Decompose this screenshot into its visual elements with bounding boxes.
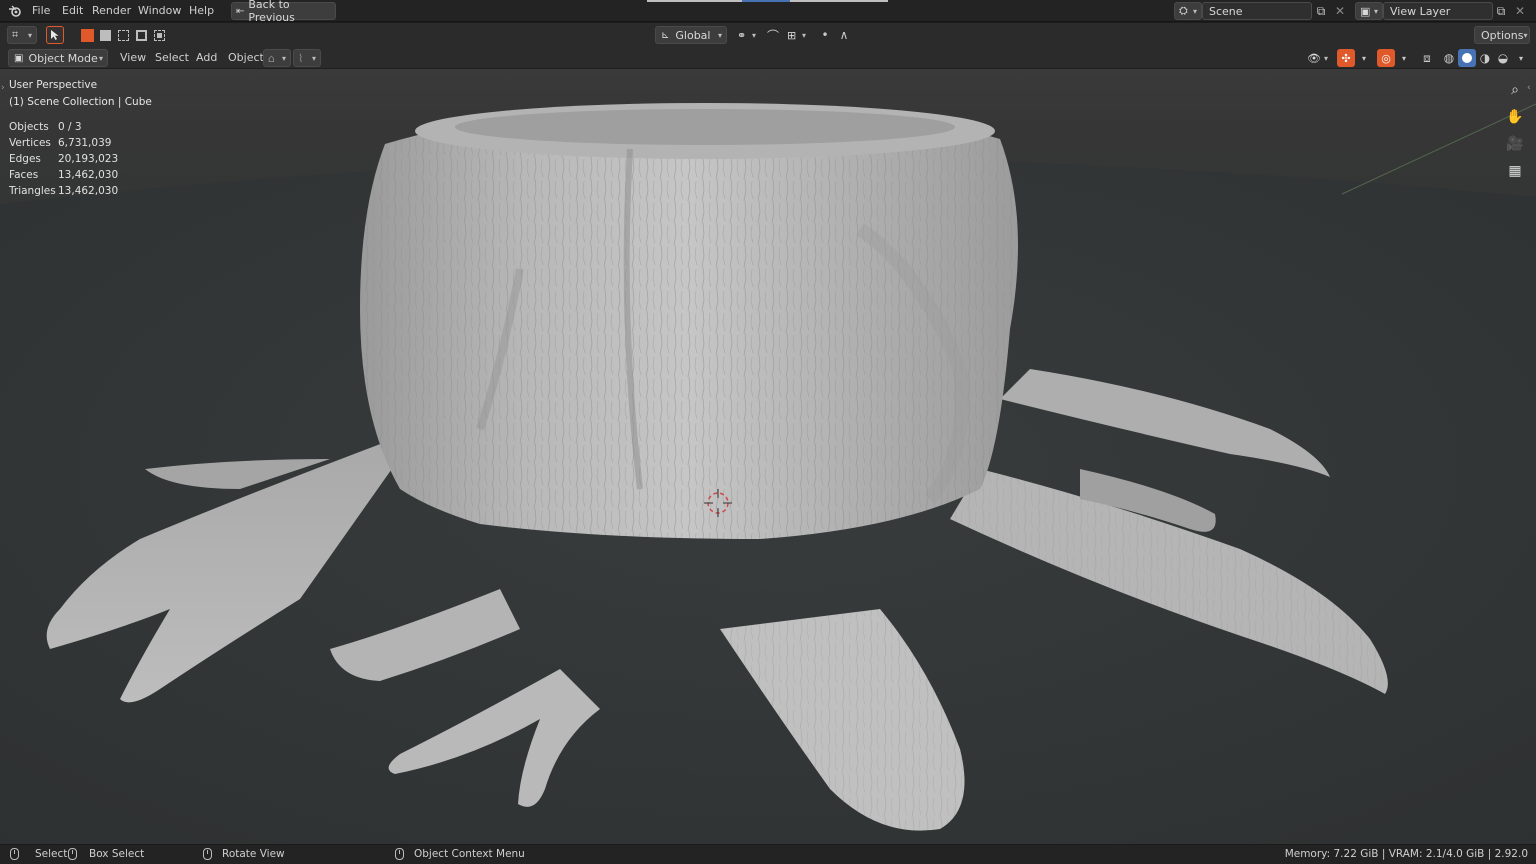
proportional-falloff-icon[interactable]: ∧ xyxy=(835,26,853,44)
status-select: Select xyxy=(10,848,67,860)
stat-faces-value: 13,462,030 xyxy=(58,169,119,181)
scene-selector-button[interactable]: ⛭ ▾ xyxy=(1174,2,1202,20)
editor-type-icon: ⌗ xyxy=(12,28,19,41)
delete-scene-icon[interactable]: ✕ xyxy=(1331,2,1349,20)
view-layer-name-field[interactable]: View Layer xyxy=(1383,2,1493,20)
stat-vertices-value: 6,731,039 xyxy=(58,137,112,149)
object-mode-dropdown[interactable]: ▣ Object Mode ▾ xyxy=(8,49,108,67)
top-bar: File Edit Render Window Help ⇤ Back to P… xyxy=(0,0,1536,24)
status-box-select: Box Select xyxy=(68,848,144,860)
editor-type-button[interactable]: ⌗ ▾ xyxy=(7,26,37,44)
select-invert-icon[interactable] xyxy=(132,26,150,44)
scene-name-field[interactable]: Scene xyxy=(1202,2,1312,20)
stat-vertices-label: Vertices xyxy=(9,137,51,149)
menu-add[interactable]: Add xyxy=(196,51,217,64)
stat-edges-value: 20,193,023 xyxy=(58,153,119,165)
menu-window[interactable]: Window xyxy=(138,4,181,17)
camera-view-icon[interactable]: 🎥 xyxy=(1503,132,1527,156)
zoom-icon[interactable]: ⌕ xyxy=(1503,78,1527,102)
xray-toggle-icon[interactable]: ⧈ xyxy=(1418,49,1436,67)
select-new-icon[interactable] xyxy=(78,26,96,44)
status-memory: Memory: 7.22 GiB | VRAM: 2.1/4.0 GiB | 2… xyxy=(1284,848,1528,860)
menu-view[interactable]: View xyxy=(120,51,146,64)
gizmo-toggle-icon[interactable]: ✣ xyxy=(1337,49,1355,67)
status-rotate-view: Rotate View xyxy=(203,848,285,860)
gpencil-stroke-dropdown[interactable]: ⌇ ▾ xyxy=(293,49,321,67)
overlay-dropdown-icon[interactable]: ▾ xyxy=(1395,49,1413,67)
stat-objects-label: Objects xyxy=(9,121,49,133)
select-subtract-icon[interactable] xyxy=(114,26,132,44)
pivot-point-dropdown[interactable]: ⚭ ▾ xyxy=(733,26,761,44)
proportional-editing-icon[interactable]: • xyxy=(816,26,834,44)
back-icon: ⇤ xyxy=(236,5,245,17)
pan-hand-icon[interactable]: ✋ xyxy=(1503,105,1527,129)
pivot-icon: ⚭ xyxy=(737,28,747,42)
solid-shading-icon[interactable] xyxy=(1458,49,1476,67)
perspective-toggle-icon[interactable]: ▦ xyxy=(1503,159,1527,183)
transform-orientation-dropdown[interactable]: ⊾ Global ▾ xyxy=(655,26,727,44)
select-tool-icon[interactable] xyxy=(46,26,64,44)
snap-increment-icon: ⊞ xyxy=(787,28,797,42)
middle-mouse-icon xyxy=(203,848,212,860)
3d-viewport[interactable]: › User Perspective (1) Scene Collection … xyxy=(0,69,1536,844)
stroke-icon: ⌇ xyxy=(298,51,304,65)
options-dropdown[interactable]: Options ▾ xyxy=(1474,26,1530,44)
status-bar: Select Box Select Rotate View Object Con… xyxy=(0,844,1536,864)
drag-mouse-icon xyxy=(68,848,77,860)
menu-edit[interactable]: Edit xyxy=(62,4,83,17)
stat-triangles-label: Triangles xyxy=(9,185,56,197)
back-to-previous-label: Back to Previous xyxy=(248,0,295,24)
blender-logo-icon[interactable] xyxy=(6,2,24,20)
material-preview-shading-icon[interactable]: ◑ xyxy=(1476,49,1494,67)
sidebar-expand-arrow[interactable]: ‹ xyxy=(1527,83,1531,93)
gpencil-icon: ⌂ xyxy=(268,51,275,65)
delete-view-layer-icon[interactable]: ✕ xyxy=(1511,2,1529,20)
wireframe-shading-icon[interactable]: ◍ xyxy=(1440,49,1458,67)
viewport-collection-label: (1) Scene Collection | Cube xyxy=(9,96,152,108)
status-context-menu: Object Context Menu xyxy=(395,848,525,860)
select-intersect-icon[interactable] xyxy=(150,26,168,44)
visibility-dropdown[interactable]: 👁 ▾ xyxy=(1303,49,1333,67)
gizmo-dropdown-icon[interactable]: ▾ xyxy=(1355,49,1373,67)
toolbar-expand-arrow[interactable]: › xyxy=(1,83,5,93)
scene-icon: ⛭ xyxy=(1179,4,1188,17)
menu-select[interactable]: Select xyxy=(155,51,189,64)
back-to-previous-button[interactable]: ⇤ Back to Previous xyxy=(231,0,336,24)
viewport-header: ▣ Object Mode ▾ View Select Add Object ⌂ ▾… xyxy=(0,47,1536,69)
viewport-scene[interactable] xyxy=(0,69,1536,844)
select-extend-icon[interactable] xyxy=(96,26,114,44)
viewport-perspective-label: User Perspective xyxy=(9,79,98,91)
orientation-icon: ⊾ xyxy=(661,29,670,41)
snap-toggle-icon[interactable]: ⌒ xyxy=(764,26,782,44)
menu-object[interactable]: Object xyxy=(228,51,264,64)
tool-settings-bar: ⌗ ▾ ⊾ Global ▾ ⚭ ▾ ⌒ ⊞ ▾ • ∧ Options ▾ xyxy=(0,23,1536,47)
stat-triangles-value: 13,462,030 xyxy=(58,185,119,197)
snap-target-dropdown[interactable]: ⊞ ▾ xyxy=(783,26,811,44)
new-scene-icon[interactable]: ⧉ xyxy=(1312,2,1330,20)
active-workspace-indicator xyxy=(742,0,790,2)
stat-edges-label: Edges xyxy=(9,153,41,165)
stat-faces-label: Faces xyxy=(9,169,39,181)
menu-help[interactable]: Help xyxy=(189,4,214,17)
right-mouse-icon xyxy=(395,848,404,860)
stat-objects-value: 0 / 3 xyxy=(58,121,82,133)
gpencil-tools-dropdown[interactable]: ⌂ ▾ xyxy=(263,49,291,67)
eye-icon: 👁 xyxy=(1307,51,1321,65)
object-mode-icon: ▣ xyxy=(14,52,24,64)
overlay-toggle-icon[interactable]: ◎ xyxy=(1377,49,1395,67)
new-view-layer-icon[interactable]: ⧉ xyxy=(1492,2,1510,20)
shading-options-dropdown-icon[interactable]: ▾ xyxy=(1512,49,1530,67)
view-layer-selector-button[interactable]: ▣ ▾ xyxy=(1355,2,1383,20)
view-layer-icon: ▣ xyxy=(1360,4,1371,18)
left-mouse-icon xyxy=(10,848,19,860)
menu-render[interactable]: Render xyxy=(92,4,131,17)
menu-file[interactable]: File xyxy=(32,4,50,17)
rendered-shading-icon[interactable]: ◒ xyxy=(1494,49,1512,67)
